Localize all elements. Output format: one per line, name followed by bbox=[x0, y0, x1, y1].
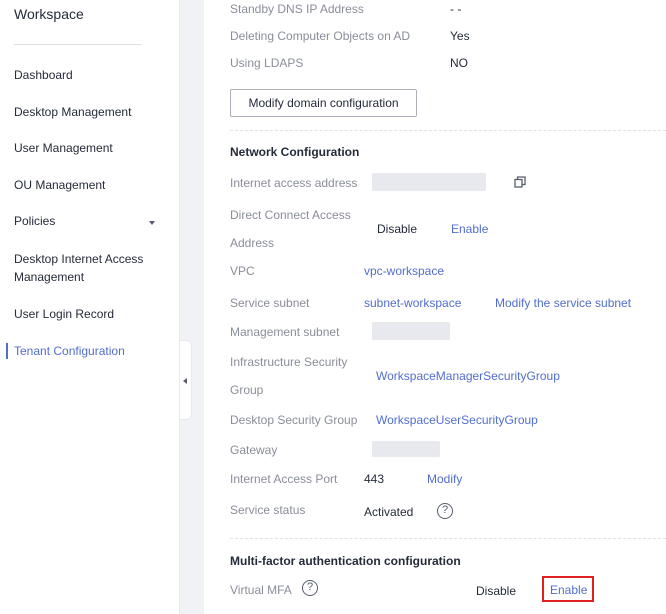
internet-access-port-label: Internet Access Port bbox=[230, 472, 338, 486]
virtual-mfa-value: Disable bbox=[476, 584, 517, 598]
direct-connect-enable-link[interactable]: Enable bbox=[451, 222, 488, 236]
section-divider bbox=[230, 538, 666, 539]
direct-connect-value: Disable bbox=[377, 222, 418, 236]
infrastructure-security-group-label: Infrastructure Security bbox=[230, 355, 348, 369]
vpc-link[interactable]: vpc-workspace bbox=[364, 264, 444, 278]
section-divider bbox=[230, 130, 666, 131]
service-status-value: Activated bbox=[364, 505, 414, 519]
deleting-objects-value: Yes bbox=[450, 29, 470, 43]
vpc-label: VPC bbox=[230, 264, 255, 278]
service-subnet-link[interactable]: subnet-workspace bbox=[364, 296, 461, 310]
help-icon[interactable]: ? bbox=[302, 580, 318, 596]
management-subnet-label: Management subnet bbox=[230, 325, 340, 339]
service-status-label: Service status bbox=[230, 503, 306, 517]
desktop-security-group-link[interactable]: WorkspaceUserSecurityGroup bbox=[376, 413, 538, 427]
sidebar-divider bbox=[14, 44, 142, 45]
redacted-value bbox=[372, 322, 450, 340]
main-panel: Standby DNS IP Address - - Deleting Comp… bbox=[204, 0, 666, 614]
modify-internet-port-link[interactable]: Modify bbox=[427, 472, 462, 486]
sidebar-item-desktop-management[interactable]: Desktop Management bbox=[14, 103, 174, 121]
infrastructure-security-group-label-2: Group bbox=[230, 383, 264, 397]
standby-dns-label: Standby DNS IP Address bbox=[230, 2, 364, 16]
internet-access-port-value: 443 bbox=[364, 472, 385, 486]
direct-connect-label-2: Address bbox=[230, 236, 275, 250]
modify-domain-configuration-button[interactable]: Modify domain configuration bbox=[230, 89, 417, 117]
help-icon[interactable]: ? bbox=[437, 503, 453, 519]
standby-dns-value: - - bbox=[450, 2, 462, 16]
content-gutter bbox=[180, 0, 204, 614]
sidebar-item-desktop-internet-access-management[interactable]: Desktop Internet Access Management bbox=[14, 250, 154, 286]
mfa-configuration-title: Multi-factor authentication configuratio… bbox=[230, 554, 461, 568]
sidebar-item-user-management[interactable]: User Management bbox=[14, 139, 174, 157]
chevron-left-icon bbox=[183, 378, 187, 384]
redacted-value bbox=[372, 441, 440, 457]
sidebar-item-dashboard[interactable]: Dashboard bbox=[14, 66, 174, 84]
ldaps-value: NO bbox=[450, 56, 468, 70]
chevron-down-icon[interactable] bbox=[149, 221, 155, 225]
sidebar-item-tenant-configuration[interactable]: Tenant Configuration bbox=[14, 342, 174, 360]
virtual-mfa-enable-link[interactable]: Enable bbox=[550, 583, 587, 597]
desktop-security-group-label: Desktop Security Group bbox=[230, 413, 358, 427]
copy-icon[interactable] bbox=[514, 176, 526, 188]
deleting-objects-label: Deleting Computer Objects on AD bbox=[230, 29, 411, 43]
network-configuration-title: Network Configuration bbox=[230, 145, 360, 159]
sidebar-title: Workspace bbox=[14, 6, 84, 22]
service-subnet-label: Service subnet bbox=[230, 296, 310, 310]
sidebar: Workspace Dashboard Desktop Management U… bbox=[0, 0, 180, 614]
modify-service-subnet-link[interactable]: Modify the service subnet bbox=[495, 296, 631, 310]
sidebar-collapse-button[interactable] bbox=[180, 340, 192, 420]
internet-access-address-label: Internet access address bbox=[230, 176, 358, 190]
redacted-value bbox=[372, 173, 486, 191]
gateway-label: Gateway bbox=[230, 443, 278, 457]
direct-connect-label: Direct Connect Access bbox=[230, 208, 351, 222]
ldaps-label: Using LDAPS bbox=[230, 56, 304, 70]
active-indicator bbox=[6, 343, 8, 359]
virtual-mfa-label: Virtual MFA bbox=[230, 583, 292, 597]
sidebar-item-user-login-record[interactable]: User Login Record bbox=[14, 305, 174, 323]
infrastructure-security-group-link[interactable]: WorkspaceManagerSecurityGroup bbox=[376, 369, 560, 383]
sidebar-item-ou-management[interactable]: OU Management bbox=[14, 176, 174, 194]
